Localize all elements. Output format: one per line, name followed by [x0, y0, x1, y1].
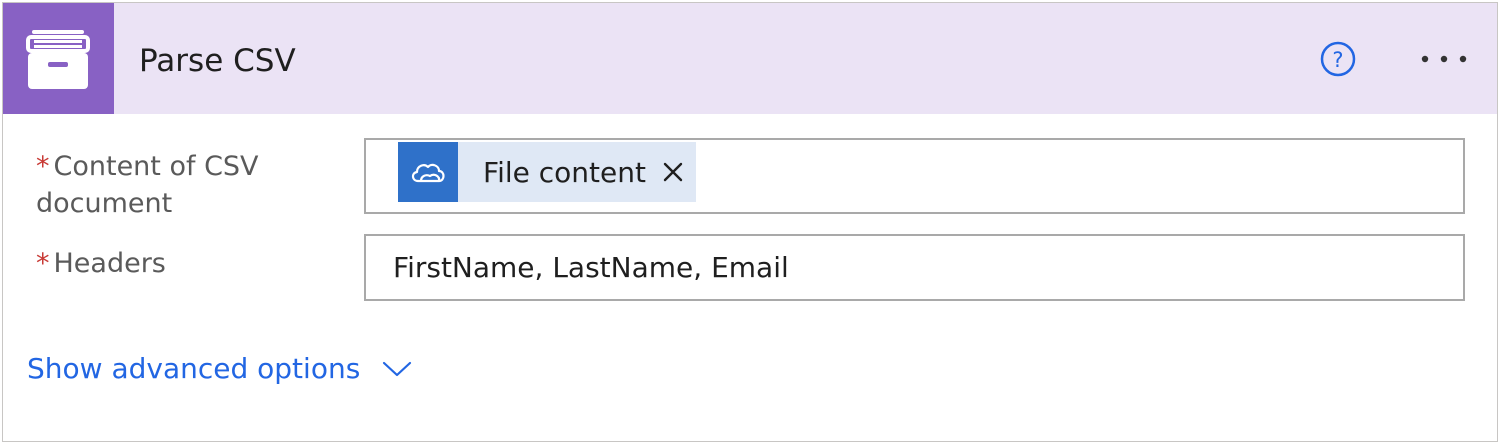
action-icon-tile	[3, 3, 114, 114]
chevron-down-icon	[383, 361, 412, 377]
action-header[interactable]: Parse CSV ?	[3, 3, 1497, 114]
headers-value: FirstName, LastName, Email	[393, 251, 789, 284]
content-field-label-text: Content of CSV document	[36, 151, 259, 219]
required-marker: *	[36, 151, 50, 182]
action-title: Parse CSV	[139, 43, 296, 79]
help-icon[interactable]: ?	[1320, 41, 1356, 77]
more-options-icon[interactable]	[1417, 47, 1471, 71]
token-label: File content	[483, 155, 646, 189]
content-field-label: * Content of CSV document	[36, 148, 336, 222]
show-advanced-options-link[interactable]: Show advanced options	[27, 350, 412, 388]
file-content-token[interactable]: File content	[398, 142, 696, 202]
close-icon[interactable]	[656, 155, 690, 189]
headers-field-label: * Headers	[36, 245, 336, 282]
svg-text:?: ?	[1332, 48, 1343, 72]
required-marker: *	[36, 248, 50, 279]
headers-input[interactable]: FirstName, LastName, Email	[364, 234, 1465, 301]
headers-field-label-text: Headers	[53, 248, 166, 279]
content-input[interactable]: File content	[364, 138, 1465, 214]
onedrive-cloud-icon	[411, 163, 445, 183]
action-card: Parse CSV ? * Content of CSV document Fil…	[2, 2, 1498, 442]
file-cabinet-icon	[26, 30, 90, 89]
token-icon-tile	[398, 142, 458, 202]
advanced-options-label: Show advanced options	[27, 352, 361, 385]
